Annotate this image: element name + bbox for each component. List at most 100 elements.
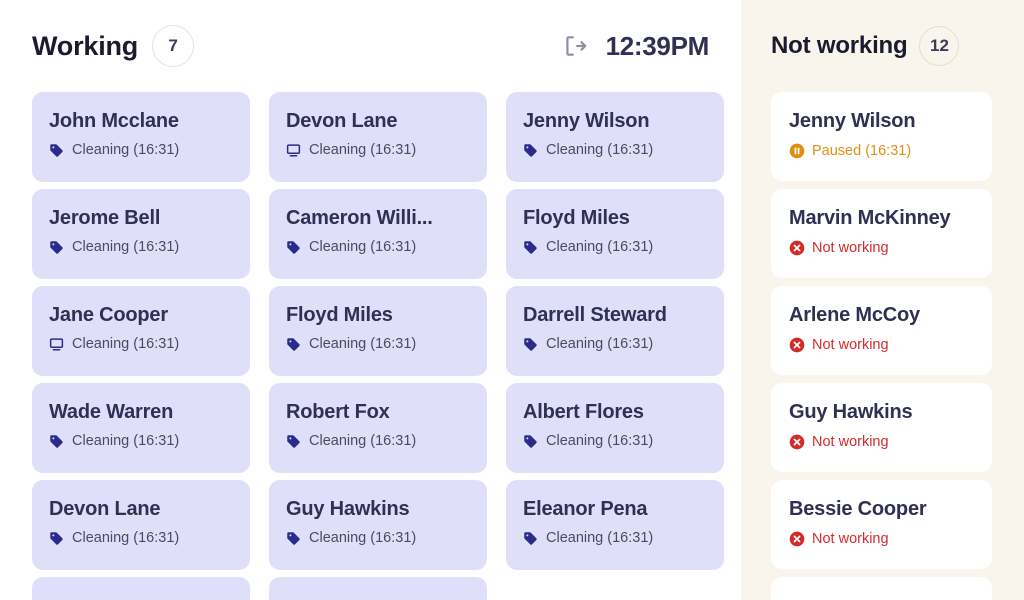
working-card-status-text: Cleaning (16:31) [546, 530, 654, 546]
working-card[interactable]: Jane Cooper Cleaning (16:31) [32, 286, 250, 376]
working-card-status-text: Cleaning (16:31) [546, 336, 654, 352]
not-working-card-status: Not working [789, 337, 974, 353]
working-card[interactable]: John Mcclane Cleaning (16:31) [32, 92, 250, 182]
working-card[interactable]: Darrell Steward Cleaning (16:31) [506, 286, 724, 376]
working-card[interactable]: Devon Lane Cleaning (16:31) [32, 480, 250, 570]
working-title: Working [32, 30, 139, 61]
tag-icon [286, 531, 301, 546]
working-panel: Working 7 12:39PM John Mcclane Cleaning (… [0, 0, 741, 600]
working-card[interactable] [32, 577, 250, 600]
tag-icon [523, 434, 538, 449]
working-card-status: Cleaning (16:31) [49, 530, 233, 546]
not-working-card-status-text: Not working [812, 531, 889, 547]
working-card[interactable]: Cameron Willi... Cleaning (16:31) [269, 189, 487, 279]
working-card-name: Devon Lane [49, 498, 161, 520]
not-working-card[interactable] [771, 577, 992, 600]
x-circle-icon [789, 434, 805, 450]
working-card[interactable]: Wade Warren Cleaning (16:31) [32, 383, 250, 473]
not-working-card-name: Guy Hawkins [789, 401, 913, 423]
tag-icon [286, 434, 301, 449]
tag-icon [523, 531, 538, 546]
working-card-name: Jane Cooper [49, 304, 168, 326]
not-working-card[interactable]: Bessie Cooper Not working [771, 480, 992, 569]
working-card[interactable]: Jenny Wilson Cleaning (16:31) [506, 92, 724, 182]
working-card-name: Floyd Miles [286, 304, 393, 326]
working-card-status: Cleaning (16:31) [523, 433, 707, 449]
working-card[interactable]: Floyd Miles Cleaning (16:31) [269, 286, 487, 376]
working-card-status-text: Cleaning (16:31) [309, 530, 417, 546]
working-card-status: Cleaning (16:31) [523, 142, 707, 158]
working-card-status: Cleaning (16:31) [49, 336, 233, 352]
working-card-status-text: Cleaning (16:31) [309, 142, 417, 158]
not-working-card[interactable]: Guy Hawkins Not working [771, 383, 992, 472]
tag-icon [49, 240, 64, 255]
not-working-card-name: Bessie Cooper [789, 498, 927, 520]
working-card-status: Cleaning (16:31) [286, 239, 470, 255]
current-time: 12:39PM [605, 30, 710, 61]
tag-icon [523, 143, 538, 158]
not-working-card-status: Not working [789, 240, 974, 256]
working-card[interactable]: Albert Flores Cleaning (16:31) [506, 383, 724, 473]
working-card-status-text: Cleaning (16:31) [72, 239, 180, 255]
not-working-card[interactable]: Marvin McKinney Not working [771, 189, 992, 278]
working-card-name: Darrell Steward [523, 304, 667, 326]
working-card-name: Wade Warren [49, 401, 174, 423]
working-card-name: John Mcclane [49, 110, 179, 132]
working-card[interactable]: Floyd Miles Cleaning (16:31) [506, 189, 724, 279]
x-circle-icon [789, 240, 805, 256]
tag-icon [523, 240, 538, 255]
not-working-count-badge: 12 [919, 26, 960, 66]
not-working-card-status: Not working [789, 531, 974, 547]
working-card-status: Cleaning (16:31) [523, 239, 707, 255]
working-card[interactable] [269, 577, 487, 600]
not-working-card-status: Paused (16:31) [789, 143, 974, 159]
not-working-card-status-text: Not working [812, 337, 889, 353]
working-card-name: Cameron Willi... [286, 207, 433, 229]
not-working-card[interactable]: Arlene McCoy Not working [771, 286, 992, 375]
logout-icon[interactable] [562, 33, 588, 59]
working-card-status-text: Cleaning (16:31) [72, 530, 180, 546]
working-card-name: Albert Flores [523, 401, 644, 423]
tag-icon [49, 143, 64, 158]
working-card[interactable]: Robert Fox Cleaning (16:31) [269, 383, 487, 473]
header-actions: 12:39PM [562, 31, 709, 62]
working-card[interactable]: Jerome Bell Cleaning (16:31) [32, 189, 250, 279]
pause-circle-icon [789, 143, 805, 159]
monitor-icon [286, 143, 301, 158]
tag-icon [286, 337, 301, 352]
working-card-name: Floyd Miles [523, 207, 630, 229]
working-card[interactable]: Devon Lane Cleaning (16:31) [269, 92, 487, 182]
not-working-card[interactable]: Jenny Wilson Paused (16:31) [771, 92, 992, 181]
not-working-card-status-text: Not working [812, 240, 889, 256]
working-card-status-text: Cleaning (16:31) [546, 433, 654, 449]
not-working-panel-header: Not working 12 [741, 0, 1024, 92]
working-count-badge: 7 [152, 25, 195, 67]
working-card-status: Cleaning (16:31) [523, 336, 707, 352]
working-card-status-text: Cleaning (16:31) [72, 433, 180, 449]
not-working-panel: Not working 12 Jenny Wilson Paused (16:31… [741, 0, 1024, 600]
working-card-status-text: Cleaning (16:31) [309, 336, 417, 352]
x-circle-icon [789, 531, 805, 547]
working-card-status-text: Cleaning (16:31) [72, 142, 180, 158]
not-working-title: Not working [771, 32, 908, 59]
working-card-status: Cleaning (16:31) [49, 433, 233, 449]
not-working-card-status-text: Not working [812, 434, 889, 450]
not-working-card-name: Arlene McCoy [789, 304, 920, 326]
working-card-name: Robert Fox [286, 401, 390, 423]
working-card[interactable]: Guy Hawkins Cleaning (16:31) [269, 480, 487, 570]
shift-board: Working 7 12:39PM John Mcclane Cleaning (… [0, 0, 1024, 600]
working-card-name: Jerome Bell [49, 207, 161, 229]
working-card-name: Devon Lane [286, 110, 398, 132]
working-panel-header: Working 7 12:39PM [0, 0, 741, 92]
working-card-grid: John Mcclane Cleaning (16:31) Devon Lane Cl… [0, 92, 741, 600]
working-card-status-text: Cleaning (16:31) [72, 336, 180, 352]
not-working-card-list: Jenny Wilson Paused (16:31) Marvin McKinne… [741, 92, 1024, 600]
working-card-status: Cleaning (16:31) [49, 142, 233, 158]
tag-icon [49, 531, 64, 546]
working-card-status: Cleaning (16:31) [286, 530, 470, 546]
x-circle-icon [789, 337, 805, 353]
working-card-status: Cleaning (16:31) [286, 336, 470, 352]
working-card-status-text: Cleaning (16:31) [546, 239, 654, 255]
working-card[interactable]: Eleanor Pena Cleaning (16:31) [506, 480, 724, 570]
not-working-card-status-text: Paused (16:31) [812, 143, 912, 159]
